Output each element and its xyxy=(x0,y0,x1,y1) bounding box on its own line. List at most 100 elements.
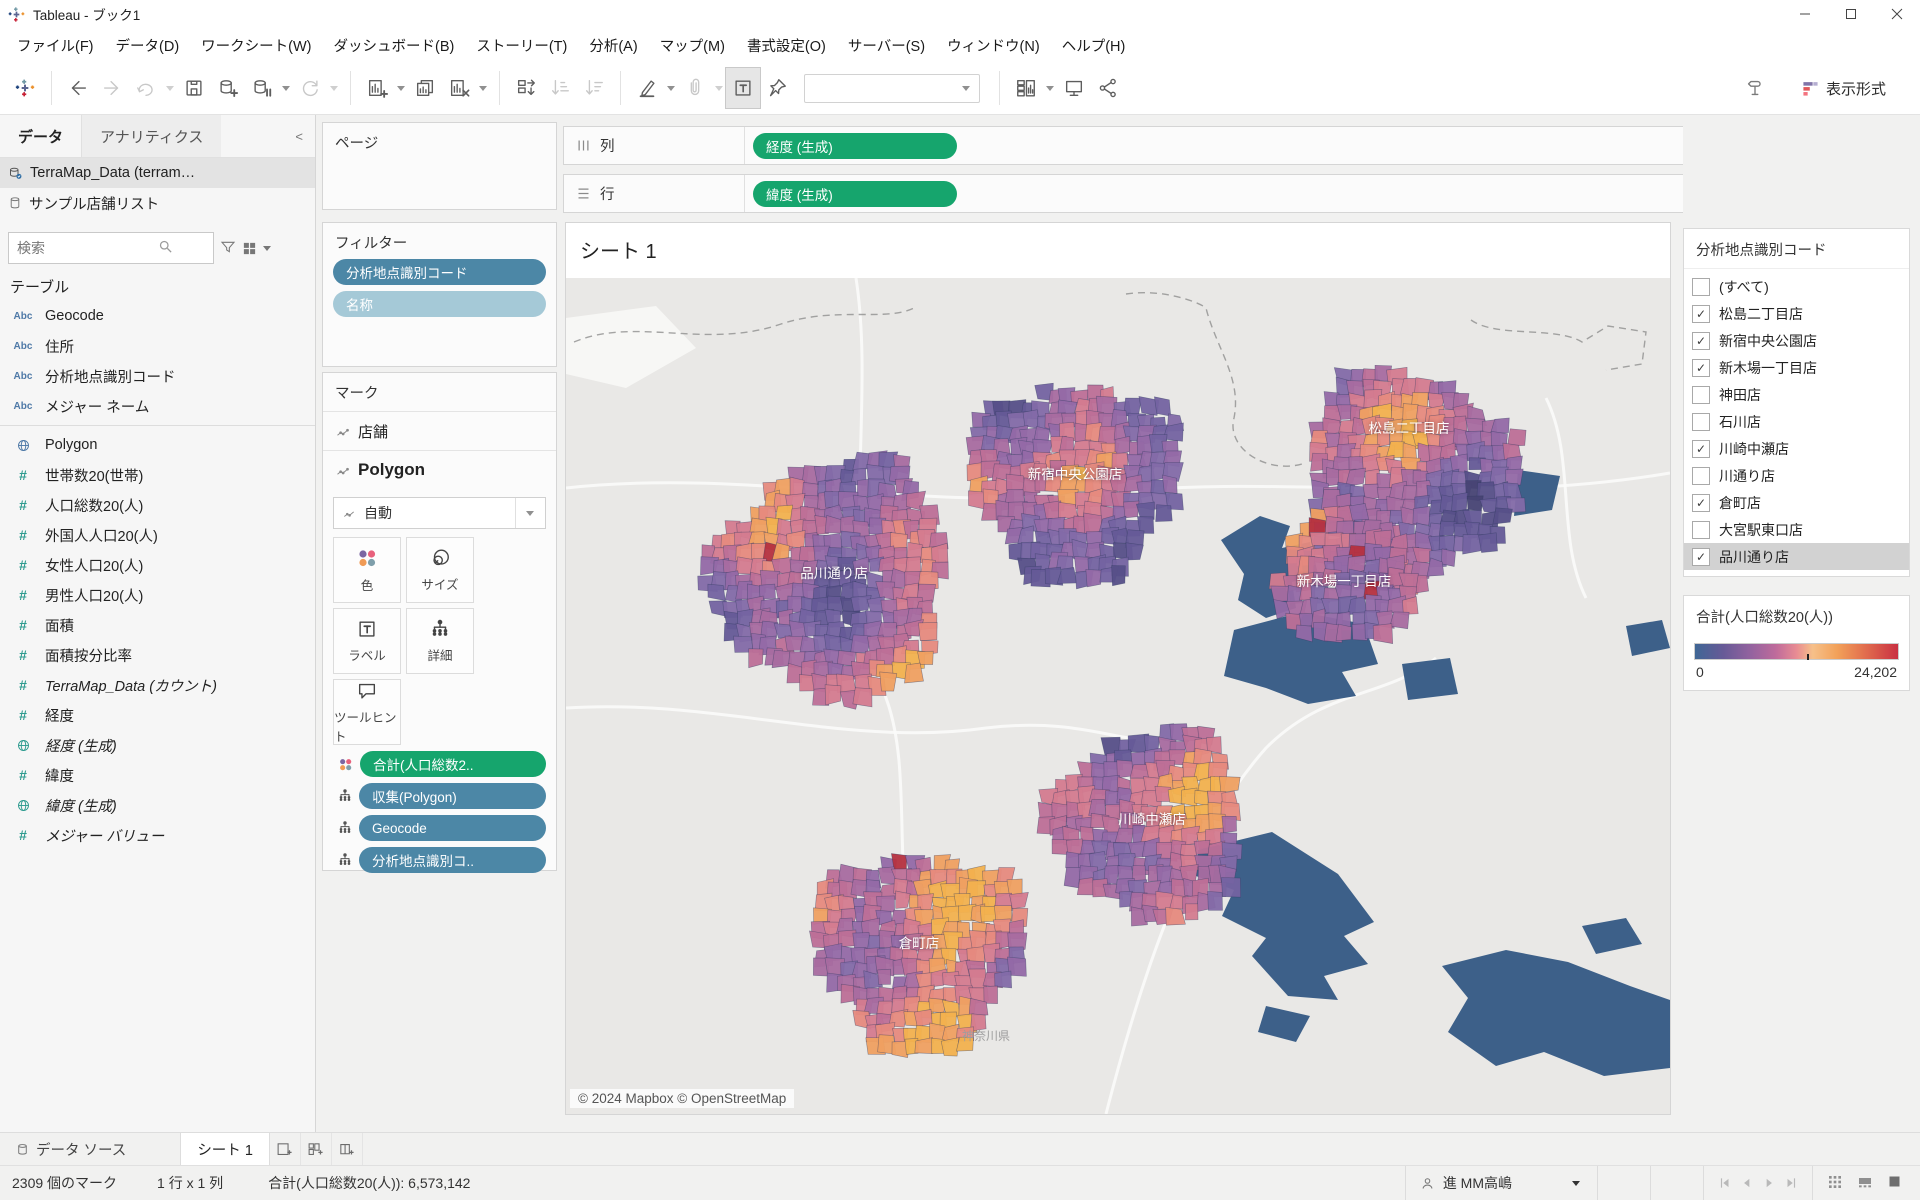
checkbox[interactable]: ✓ xyxy=(1692,440,1710,458)
checkbox[interactable]: ✓ xyxy=(1692,332,1710,350)
filter-item-5[interactable]: 石川店 xyxy=(1684,408,1909,435)
duplicate-sheet-button[interactable] xyxy=(408,68,442,108)
filter-item-2[interactable]: ✓新宿中央公園店 xyxy=(1684,327,1909,354)
field-8[interactable]: #女性人口20(人) xyxy=(0,550,315,580)
field-0[interactable]: AbcGeocode xyxy=(0,301,315,331)
field-1[interactable]: Abc住所 xyxy=(0,331,315,361)
field-12[interactable]: #TerraMap_Data (カウント) xyxy=(0,670,315,700)
map-viz[interactable]: 品川通り店新宿中央公園店松島二丁目店新木場一丁目店川崎中瀬店倉町店神奈川県 © … xyxy=(566,278,1670,1114)
filter-pill-1[interactable]: 名称 xyxy=(333,291,546,317)
color-legend-gradient[interactable] xyxy=(1694,643,1899,660)
filter-fields-icon[interactable] xyxy=(220,239,236,258)
field-4[interactable]: Polygon xyxy=(0,430,315,460)
new-worksheet-button[interactable] xyxy=(360,68,394,108)
menu-item-7[interactable]: 書式設定(O) xyxy=(736,35,837,56)
tab-analytics[interactable]: アナリティクス xyxy=(81,115,221,157)
show-hide-cards-button[interactable] xyxy=(1009,68,1043,108)
tab-data[interactable]: データ xyxy=(0,115,81,157)
maximize-button[interactable] xyxy=(1828,0,1874,28)
checkbox[interactable]: ✓ xyxy=(1692,305,1710,323)
user-menu[interactable]: 進 MM高嶋 xyxy=(1420,1173,1583,1193)
chevron-down-icon[interactable] xyxy=(397,86,405,91)
size-button[interactable]: サイズ xyxy=(406,537,474,603)
checkbox[interactable]: ✓ xyxy=(1692,548,1710,566)
rows-pill[interactable]: 緯度 (生成) xyxy=(753,181,957,207)
tab-data-source[interactable]: データ ソース xyxy=(0,1133,142,1166)
checkbox[interactable] xyxy=(1692,467,1710,485)
pause-auto-updates-button[interactable] xyxy=(245,68,279,108)
swap-rows-columns-button[interactable] xyxy=(509,68,543,108)
sheet-navigation[interactable] xyxy=(1718,1176,1798,1190)
menu-item-5[interactable]: 分析(A) xyxy=(578,35,648,56)
mark-pill-2[interactable]: Geocode xyxy=(359,815,546,841)
highlight-button[interactable] xyxy=(630,68,664,108)
fit-selector[interactable] xyxy=(804,74,980,103)
search-input[interactable] xyxy=(8,232,214,264)
filter-item-3[interactable]: ✓新木場一丁目店 xyxy=(1684,354,1909,381)
mark-pill-0[interactable]: 合計(人口総数2.. xyxy=(360,751,546,777)
checkbox[interactable] xyxy=(1692,521,1710,539)
checkbox[interactable]: ✓ xyxy=(1692,494,1710,512)
field-5[interactable]: #世帯数20(世帯) xyxy=(0,460,315,490)
filter-item-4[interactable]: 神田店 xyxy=(1684,381,1909,408)
filter-item-6[interactable]: ✓川崎中瀬店 xyxy=(1684,435,1909,462)
menu-item-3[interactable]: ダッシュボード(B) xyxy=(323,35,466,56)
pages-shelf[interactable]: ページ xyxy=(322,122,557,210)
field-3[interactable]: Abcメジャー ネーム xyxy=(0,391,315,421)
data-source-1[interactable]: サンプル店舗リスト xyxy=(0,188,315,218)
filter-item-1[interactable]: ✓松島二丁目店 xyxy=(1684,300,1909,327)
collapse-pane-icon[interactable]: < xyxy=(295,129,315,144)
fix-axes-button[interactable] xyxy=(760,68,794,108)
presentation-mode-button[interactable] xyxy=(1057,68,1091,108)
menu-item-0[interactable]: ファイル(F) xyxy=(6,35,105,56)
view-options-icon[interactable] xyxy=(242,241,274,256)
filter-pill-0[interactable]: 分析地点識別コード xyxy=(333,259,546,285)
new-worksheet-button[interactable] xyxy=(270,1133,301,1166)
tab-sheet1[interactable]: シート 1 xyxy=(180,1132,270,1166)
share-button[interactable] xyxy=(1091,68,1125,108)
columns-pill[interactable]: 経度 (生成) xyxy=(753,133,957,159)
mark-pill-3[interactable]: 分析地点識別コ.. xyxy=(359,847,546,873)
field-17[interactable]: #メジャー バリュー xyxy=(0,820,315,850)
field-11[interactable]: #面積按分比率 xyxy=(0,640,315,670)
checkbox[interactable] xyxy=(1692,386,1710,404)
mark-pill-1[interactable]: 収集(Polygon) xyxy=(359,783,546,809)
label-button[interactable]: ラベル xyxy=(333,608,401,674)
undo-button[interactable] xyxy=(61,68,95,108)
new-dashboard-button[interactable] xyxy=(301,1133,332,1166)
filter-item-0[interactable]: (すべて) xyxy=(1684,273,1909,300)
field-9[interactable]: #男性人口20(人) xyxy=(0,580,315,610)
filmstrip-view-icon[interactable] xyxy=(1857,1174,1873,1193)
single-view-icon[interactable] xyxy=(1887,1174,1902,1192)
checkbox[interactable] xyxy=(1692,413,1710,431)
menu-item-4[interactable]: ストーリー(T) xyxy=(465,35,578,56)
mark-layer-polygon[interactable]: Polygon xyxy=(323,450,556,489)
checkbox[interactable]: ✓ xyxy=(1692,359,1710,377)
minimize-button[interactable] xyxy=(1782,0,1828,28)
color-button[interactable]: 色 xyxy=(333,537,401,603)
grid-view-icon[interactable] xyxy=(1827,1174,1843,1193)
field-13[interactable]: #経度 xyxy=(0,700,315,730)
show-mark-labels-button[interactable] xyxy=(726,68,760,108)
filter-item-8[interactable]: ✓倉町店 xyxy=(1684,489,1909,516)
field-14[interactable]: 経度 (生成) xyxy=(0,730,315,760)
chevron-down-icon[interactable] xyxy=(479,86,487,91)
menu-item-2[interactable]: ワークシート(W) xyxy=(190,35,322,56)
map-signpost-icon[interactable] xyxy=(1738,68,1772,108)
detail-button[interactable]: 詳細 xyxy=(406,608,474,674)
mark-type-dropdown[interactable]: 自動 xyxy=(333,497,546,529)
menu-item-10[interactable]: ヘルプ(H) xyxy=(1051,35,1137,56)
field-2[interactable]: Abc分析地点識別コード xyxy=(0,361,315,391)
save-button[interactable] xyxy=(177,68,211,108)
chevron-down-icon[interactable] xyxy=(1046,86,1054,91)
field-15[interactable]: #緯度 xyxy=(0,760,315,790)
field-6[interactable]: #人口総数20(人) xyxy=(0,490,315,520)
menu-item-8[interactable]: サーバー(S) xyxy=(837,35,936,56)
clear-sheet-button[interactable] xyxy=(442,68,476,108)
filter-item-10[interactable]: ✓品川通り店 xyxy=(1684,543,1909,570)
menu-item-1[interactable]: データ(D) xyxy=(105,35,191,56)
tooltip-button[interactable]: ツールヒント xyxy=(333,679,401,745)
new-data-source-button[interactable] xyxy=(211,68,245,108)
checkbox[interactable] xyxy=(1692,278,1710,296)
data-source-0[interactable]: TerraMap_Data (terram… xyxy=(0,158,315,188)
